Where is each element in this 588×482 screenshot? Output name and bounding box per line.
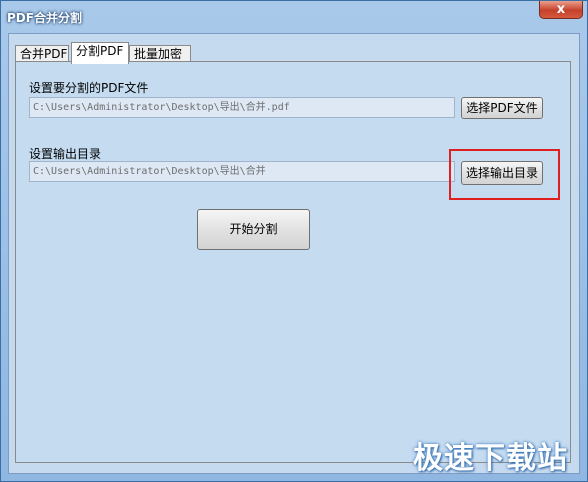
pdf-file-label: 设置要分割的PDF文件 <box>29 81 149 95</box>
title-bar[interactable]: PDF合并分割 x <box>1 1 587 33</box>
client-area: 合并PDF 分割PDF 批量加密 设置要分割的PDF文件 C:\Users\Ad… <box>8 33 580 474</box>
split-panel: 设置要分割的PDF文件 C:\Users\Administrator\Deskt… <box>15 61 571 463</box>
close-icon: x <box>556 2 566 17</box>
window-title: PDF合并分割 <box>7 11 82 25</box>
pdf-file-path-field[interactable]: C:\Users\Administrator\Desktop\导出\合并.pdf <box>29 97 455 118</box>
start-split-button[interactable]: 开始分割 <box>197 209 310 250</box>
close-button[interactable]: x <box>539 1 583 19</box>
output-dir-label: 设置输出目录 <box>29 147 102 161</box>
watermark-logo: 极速下载站 <box>413 441 568 476</box>
app-window: PDF合并分割 x 合并PDF 分割PDF 批量加密 设置要分割的PDF文件 C… <box>0 0 588 482</box>
tab-split-pdf[interactable]: 分割PDF <box>71 42 129 64</box>
highlight-box <box>449 149 560 200</box>
output-dir-path-field[interactable]: C:\Users\Administrator\Desktop\导出\合并 <box>29 161 455 182</box>
choose-pdf-button[interactable]: 选择PDF文件 <box>461 97 543 119</box>
